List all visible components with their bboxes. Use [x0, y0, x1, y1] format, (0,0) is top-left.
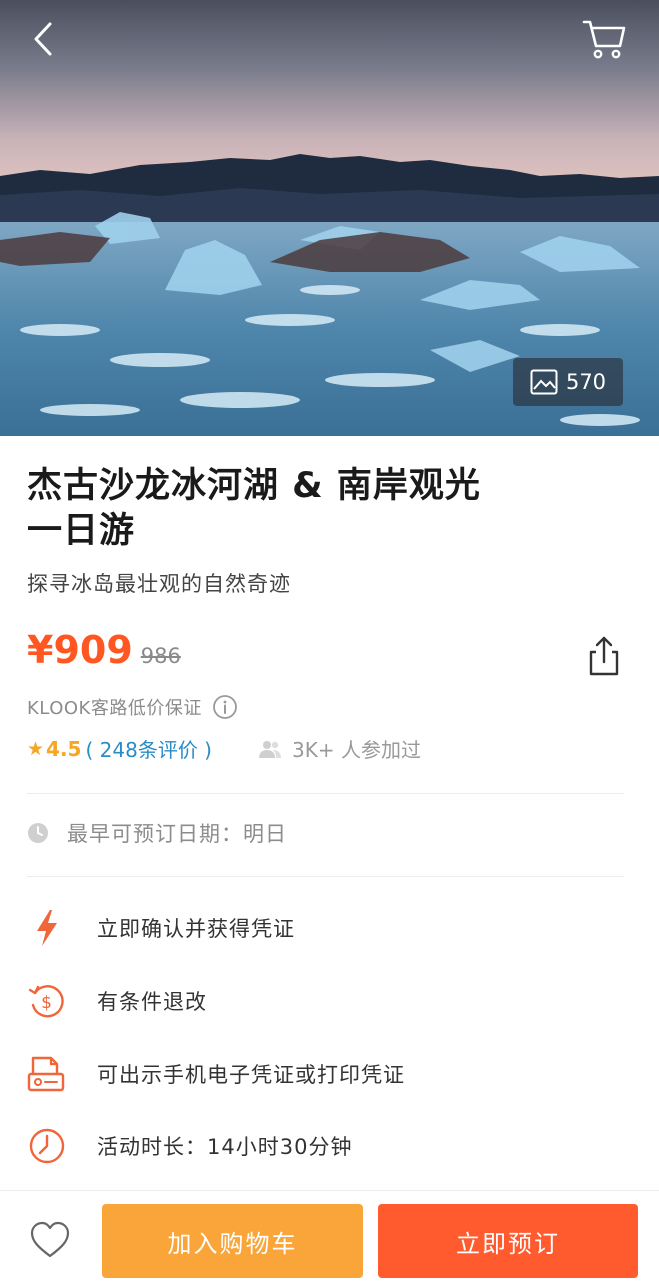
earliest-booking: 最早可预订日期：明日	[27, 818, 287, 848]
feature-label: 有条件退改	[97, 990, 207, 1014]
favorite-button[interactable]	[28, 1218, 72, 1262]
photo-gallery-button[interactable]: 570	[513, 358, 623, 406]
product-subtitle: 探寻冰岛最壮观的自然奇迹	[27, 572, 291, 596]
photo-count-label: 570	[565, 370, 607, 394]
feature-refund: $ 有条件退改	[27, 981, 207, 1021]
feature-label: 可出示手机电子凭证或打印凭证	[97, 1063, 405, 1087]
heart-icon	[30, 1221, 70, 1258]
current-price: ¥909	[27, 628, 133, 672]
lightning-icon	[27, 908, 67, 948]
feature-voucher: 可出示手机电子凭证或打印凭证	[27, 1054, 405, 1094]
refund-dollar-icon: $	[27, 981, 67, 1021]
divider	[27, 793, 624, 794]
original-price: 986	[140, 644, 181, 668]
chevron-left-icon	[34, 22, 52, 56]
rating-row: ★ 4.5 ( 248条评价 ) 3K+ 人参加过	[27, 734, 421, 763]
back-button[interactable]	[22, 14, 66, 64]
earliest-booking-label: 最早可预订日期：明日	[67, 822, 287, 846]
clock-icon	[28, 823, 48, 843]
star-icon: ★	[27, 737, 45, 760]
share-button[interactable]	[584, 634, 624, 678]
book-now-button[interactable]: 立即预订	[378, 1204, 638, 1278]
feature-instant-confirm: 立即确认并获得凭证	[27, 908, 295, 948]
rating-score: 4.5	[46, 736, 82, 761]
image-icon	[530, 369, 558, 395]
voucher-icon	[27, 1054, 67, 1094]
info-icon[interactable]	[212, 694, 238, 720]
product-title-line1: 杰古沙龙冰河湖 & 南岸观光	[27, 466, 481, 506]
participants-label: 3K+ 人参加过	[291, 738, 421, 762]
price-guarantee: KLOOK客路低价保证	[27, 694, 238, 720]
price-row: ¥909 986	[27, 628, 181, 680]
hero-image[interactable]: 570	[0, 0, 659, 436]
cart-icon	[582, 20, 626, 59]
product-title: 杰古沙龙冰河湖 & 南岸观光 一日游	[27, 464, 587, 554]
svg-text:$: $	[41, 993, 53, 1013]
clock-duration-icon	[27, 1126, 67, 1166]
product-title-line2: 一日游	[27, 511, 136, 551]
reviews-link[interactable]: ( 248条评价 )	[85, 734, 212, 763]
people-icon	[258, 740, 281, 758]
cart-button[interactable]	[578, 14, 630, 64]
divider	[27, 876, 624, 877]
feature-duration: 活动时长：14小时30分钟	[27, 1126, 352, 1166]
feature-label: 活动时长：14小时30分钟	[97, 1135, 353, 1159]
participants: 3K+ 人参加过	[258, 734, 421, 763]
add-to-cart-button[interactable]: 加入购物车	[102, 1204, 363, 1278]
guarantee-label: KLOOK客路低价保证	[27, 698, 202, 719]
feature-label: 立即确认并获得凭证	[97, 917, 295, 941]
share-icon	[589, 636, 619, 676]
